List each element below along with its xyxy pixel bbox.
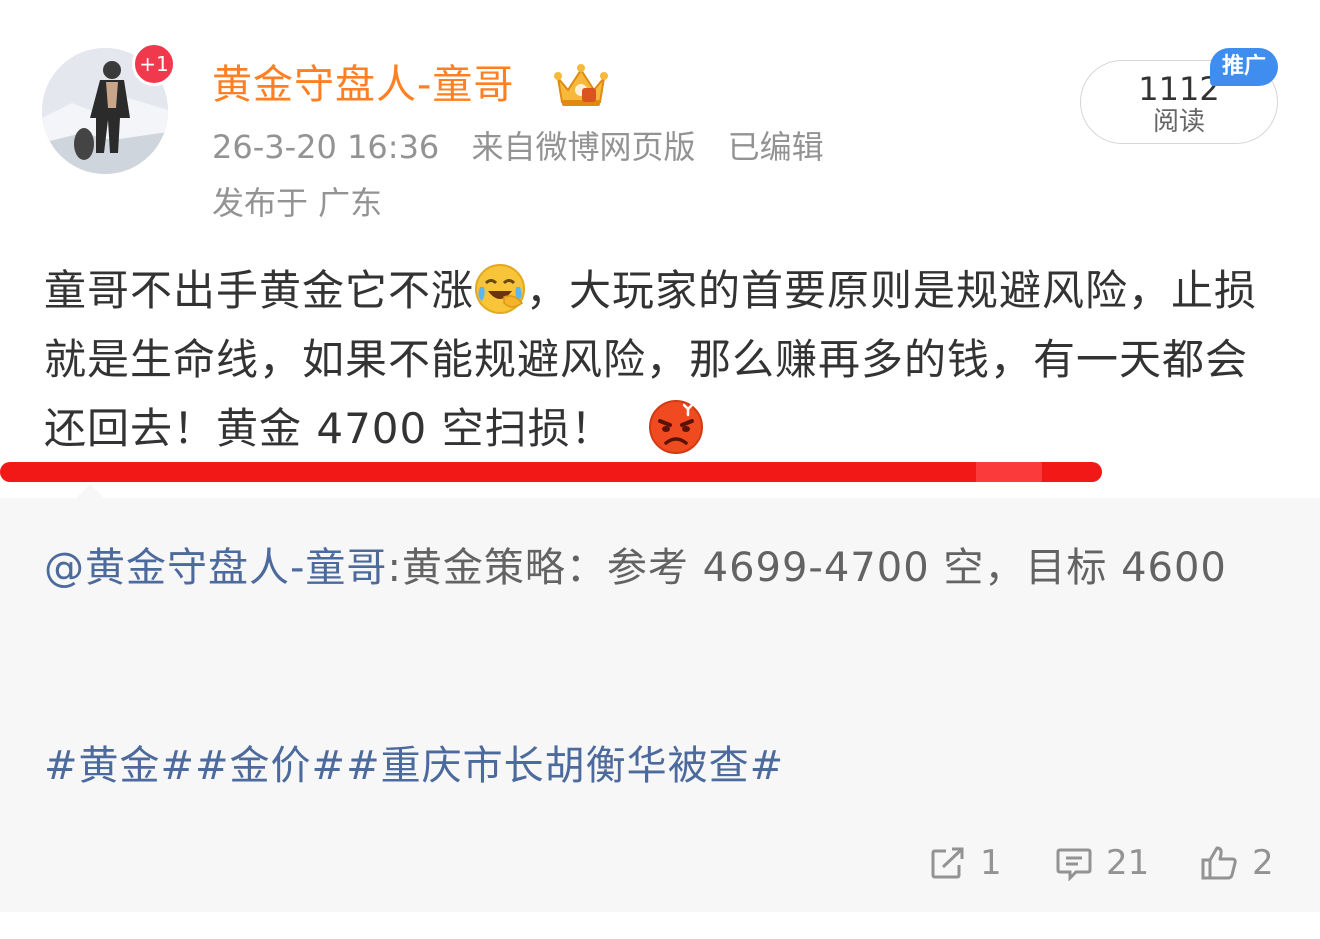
hashtag-chongqing[interactable]: #重庆市长胡衡华被查# [346,743,784,789]
username-link[interactable]: 黄金守盘人-童哥 [212,58,514,112]
post-source: 来自微博网页版 [471,128,696,166]
new-notification-badge: +1 [132,42,176,86]
like-count: 2 [1252,843,1274,883]
post-text: 童哥不出手黄金它不涨 ，大玩家的首要原则是规避风险，止损就是生命线，如果不能规避风… [44,256,1284,463]
repost-text: @黄金守盘人-童哥:黄金策略：参考 4699-4700 空，目标 4600 [44,536,1264,600]
hashtag-list: #黄金##金价##重庆市长胡衡华被查# [44,736,784,796]
share-count: 1 [980,843,1002,883]
hashtag-gold-price[interactable]: #金价# [195,743,346,789]
mention-link[interactable]: @黄金守盘人-童哥 [44,545,387,591]
highlight-underline [0,462,1102,482]
promote-badge[interactable]: 推广 [1210,48,1278,86]
edited-label[interactable]: 已编辑 [728,128,824,166]
weibo-post: +1 黄金守盘人-童哥 26-3-20 16:36 来自微博网页版 已编辑 发布… [0,0,1320,939]
laugh-cry-emoji [475,263,526,314]
share-icon [931,847,964,879]
like-button[interactable]: 2 [1200,836,1274,890]
vip-crown-icon[interactable] [552,60,610,110]
angry-emoji [648,399,703,454]
post-text-part1: 童哥不出手黄金它不涨 [44,266,475,315]
hashtag-gold[interactable]: #黄金# [44,743,195,789]
comment-button[interactable]: 21 [1056,836,1149,890]
share-button[interactable]: 1 [930,836,1002,890]
comment-icon [1056,848,1092,881]
post-location: 发布于 广东 [212,184,383,222]
post-meta: 26-3-20 16:36 来自微博网页版 已编辑 [212,124,846,170]
comment-count: 21 [1106,843,1150,883]
post-time[interactable]: 26-3-20 16:36 [212,128,439,166]
highlight-underline-overlap [976,462,1042,482]
repost-body: :黄金策略：参考 4699-4700 空，目标 4600 [387,545,1227,591]
thumbs-up-icon [1201,846,1237,880]
read-label: 阅读 [1152,107,1205,137]
